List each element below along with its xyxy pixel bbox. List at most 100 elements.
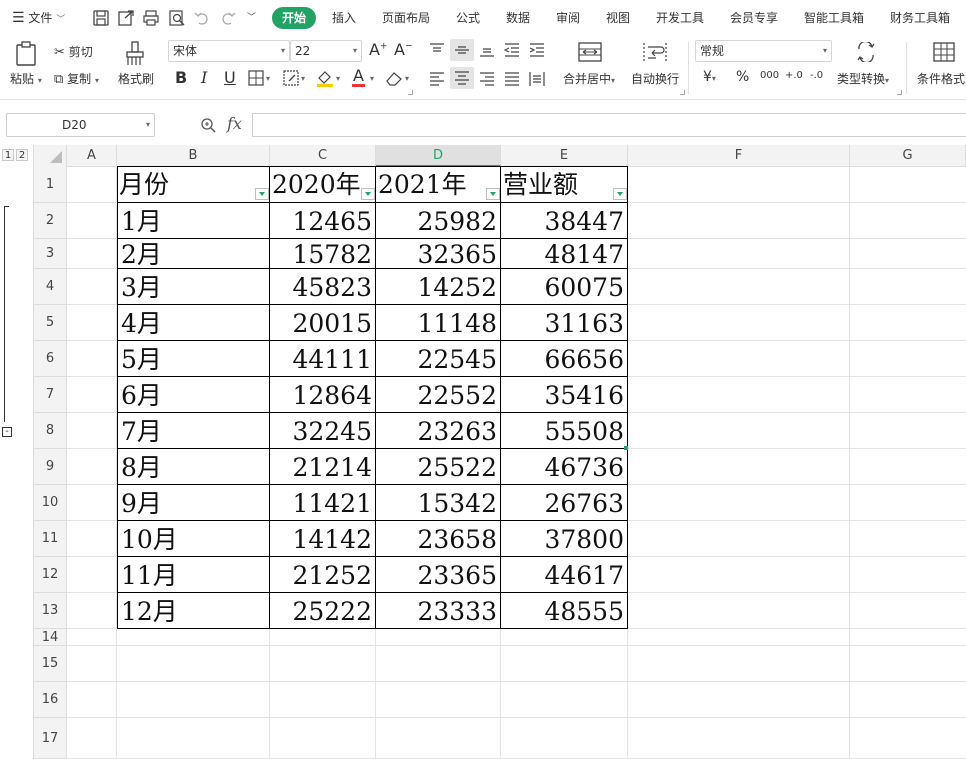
table-cell[interactable]: 7月 — [117, 413, 270, 449]
formula-input[interactable] — [252, 113, 966, 137]
tab-member[interactable]: 会员专享 — [730, 0, 778, 36]
font-color-button[interactable]: A — [352, 67, 365, 87]
tab-insert[interactable]: 插入 — [332, 0, 356, 36]
currency-button[interactable]: ¥▾ — [703, 69, 716, 85]
percent-button[interactable]: % — [736, 69, 749, 85]
tab-formulas[interactable]: 公式 — [456, 0, 480, 36]
underline-button[interactable]: U — [224, 68, 236, 87]
select-all-triangle-icon[interactable] — [50, 151, 62, 163]
table-cell[interactable]: 38447 — [501, 203, 628, 239]
table-cell[interactable]: 21214 — [270, 449, 376, 485]
increase-decimal-button[interactable]: +.0 — [785, 70, 803, 81]
number-format-select[interactable]: 常规 ▾ — [695, 40, 832, 62]
thousands-separator-button[interactable]: 000 — [760, 70, 779, 81]
italic-button[interactable]: I — [201, 68, 207, 87]
name-box-dropdown-icon[interactable]: ▾ — [146, 114, 150, 136]
table-header-cell[interactable]: 2021年 — [376, 166, 501, 203]
distributed-align-icon[interactable] — [529, 71, 545, 87]
row-header-8[interactable]: 8 — [34, 413, 67, 449]
wrap-text-icon[interactable] — [643, 42, 667, 62]
table-cell[interactable]: 37800 — [501, 521, 628, 557]
table-cell[interactable]: 25982 — [376, 203, 501, 239]
table-cell[interactable]: 10月 — [117, 521, 270, 557]
number-dialog-launcher-icon[interactable] — [897, 90, 902, 95]
table-cell[interactable]: 35416 — [501, 377, 628, 413]
format-painter-label[interactable]: 格式刷 — [118, 70, 154, 87]
file-menu[interactable]: ☰ 文件 ﹀ — [12, 0, 65, 36]
undo-icon[interactable] — [193, 9, 211, 27]
column-header-g[interactable]: G — [850, 145, 966, 167]
tab-view[interactable]: 视图 — [606, 0, 630, 36]
font-size-select[interactable]: 22 ▾ — [290, 40, 362, 62]
align-middle-button[interactable] — [450, 39, 474, 61]
table-cell[interactable]: 44111 — [270, 341, 376, 377]
format-painter-icon[interactable] — [124, 41, 146, 67]
borders-icon[interactable] — [248, 70, 264, 86]
tab-smart-toolbox[interactable]: 智能工具箱 — [804, 0, 864, 36]
align-bottom-icon[interactable] — [479, 42, 495, 58]
filter-dropdown-icon[interactable] — [613, 188, 627, 200]
export-icon[interactable] — [117, 9, 135, 27]
column-header-c[interactable]: C — [270, 145, 376, 167]
column-header-d[interactable]: D — [376, 145, 501, 167]
align-center-button[interactable] — [450, 67, 474, 89]
row-header-7[interactable]: 7 — [34, 377, 67, 413]
table-cell[interactable]: 12465 — [270, 203, 376, 239]
row-header-11[interactable]: 11 — [34, 521, 67, 557]
paste-button[interactable]: 粘贴 ▾ — [10, 70, 42, 87]
conditional-format-icon[interactable] — [933, 42, 955, 62]
tab-finance-toolbox[interactable]: 财务工具箱 — [890, 0, 950, 36]
merge-center-button[interactable]: 合并居中▾ — [563, 70, 615, 87]
row-header-2[interactable]: 2 — [34, 203, 67, 239]
fill-color-dropdown-icon[interactable]: ▾ — [336, 74, 340, 83]
row-header-3[interactable]: 3 — [34, 239, 67, 269]
merge-center-icon[interactable] — [578, 42, 602, 62]
decrease-font-size-button[interactable]: A− — [394, 40, 413, 59]
table-cell[interactable]: 4月 — [117, 305, 270, 341]
table-cell[interactable]: 22545 — [376, 341, 501, 377]
increase-font-size-button[interactable]: A+ — [369, 40, 388, 59]
alignment-dialog-launcher-icon[interactable] — [680, 90, 685, 95]
column-header-e[interactable]: E — [501, 145, 628, 167]
table-cell[interactable]: 9月 — [117, 485, 270, 521]
table-cell[interactable]: 21252 — [270, 557, 376, 593]
table-cell[interactable]: 25222 — [270, 593, 376, 629]
justify-icon[interactable] — [504, 71, 520, 87]
row-header-12[interactable]: 12 — [34, 557, 67, 593]
outline-level-2-button[interactable]: 2 — [16, 149, 28, 161]
table-cell[interactable]: 6月 — [117, 377, 270, 413]
table-cell[interactable]: 45823 — [270, 269, 376, 305]
table-cell[interactable]: 60075 — [501, 269, 628, 305]
table-cell[interactable]: 12月 — [117, 593, 270, 629]
borders-dropdown-icon[interactable]: ▾ — [266, 74, 270, 83]
table-cell[interactable]: 22552 — [376, 377, 501, 413]
save-icon[interactable] — [92, 9, 110, 27]
redo-icon[interactable] — [219, 9, 237, 27]
table-cell[interactable]: 55508 — [501, 413, 628, 449]
conditional-format-label[interactable]: 条件格式 — [917, 70, 965, 87]
copy-button[interactable]: ⧉ 复制 ▾ — [54, 70, 99, 87]
row-header-10[interactable]: 10 — [34, 485, 67, 521]
cut-button[interactable]: ✂ 剪切 — [54, 43, 93, 60]
table-cell[interactable]: 23365 — [376, 557, 501, 593]
align-top-icon[interactable] — [429, 42, 445, 58]
type-convert-button[interactable]: 类型转换▾ — [837, 70, 889, 87]
fx-icon[interactable]: fx — [227, 114, 242, 133]
column-header-f[interactable]: F — [628, 145, 850, 167]
table-header-cell[interactable]: 月份 — [117, 166, 270, 203]
decrease-decimal-button[interactable]: -.0 — [810, 70, 823, 81]
name-box[interactable]: D20 ▾ — [6, 113, 155, 137]
table-cell[interactable]: 48147 — [501, 239, 628, 269]
filter-dropdown-icon[interactable] — [361, 188, 375, 200]
table-cell[interactable]: 5月 — [117, 341, 270, 377]
font-color-dropdown-icon[interactable]: ▾ — [370, 74, 374, 83]
quick-access-dropdown-icon[interactable]: ﹀ — [247, 0, 256, 36]
tab-review[interactable]: 审阅 — [556, 0, 580, 36]
wrap-text-label[interactable]: 自动换行 — [631, 70, 679, 87]
table-cell[interactable]: 23333 — [376, 593, 501, 629]
row-header-15[interactable]: 15 — [34, 646, 67, 682]
row-header-14[interactable]: 14 — [34, 629, 67, 646]
table-cell[interactable]: 15782 — [270, 239, 376, 269]
tab-home[interactable]: 开始 — [272, 7, 316, 29]
row-header-1[interactable]: 1 — [34, 166, 67, 203]
